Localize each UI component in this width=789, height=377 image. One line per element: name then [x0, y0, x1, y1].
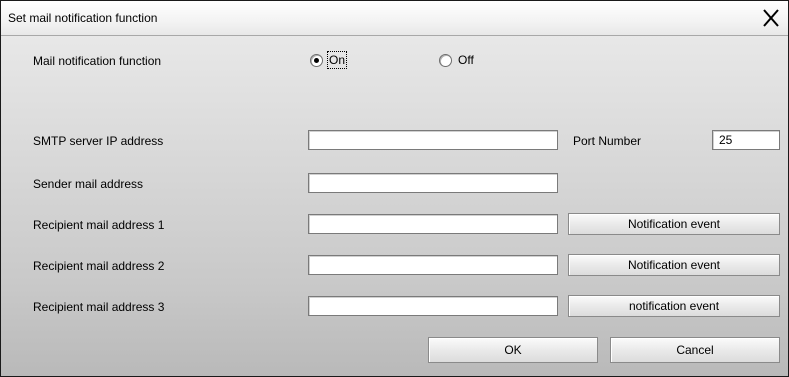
sender-mail-input[interactable] — [308, 173, 558, 193]
recipient-3-input[interactable] — [308, 296, 558, 316]
radio-off[interactable]: Off — [439, 53, 474, 67]
smtp-server-label: SMTP server IP address — [33, 134, 164, 148]
sender-mail-label: Sender mail address — [33, 177, 144, 191]
recipient-2-input[interactable] — [308, 255, 558, 275]
radio-off-label[interactable]: Off — [458, 53, 474, 67]
mail-notification-label: Mail notification function — [33, 54, 162, 68]
port-number-input[interactable] — [712, 130, 780, 150]
recipient-1-input[interactable] — [308, 214, 558, 234]
radio-on[interactable]: On — [310, 51, 348, 69]
mail-notification-dialog: Set mail notification function Mail noti… — [0, 0, 789, 377]
cancel-button[interactable]: Cancel — [610, 337, 780, 363]
title-bar: Set mail notification function — [1, 1, 788, 36]
recipient-1-notification-event-button[interactable]: Notification event — [568, 213, 780, 235]
recipient-2-label: Recipient mail address 2 — [33, 259, 165, 273]
radio-on-label[interactable]: On — [326, 51, 348, 69]
close-icon[interactable] — [760, 7, 782, 29]
recipient-3-label: Recipient mail address 3 — [33, 300, 165, 314]
ok-button[interactable]: OK — [428, 337, 598, 363]
recipient-2-notification-event-button[interactable]: Notification event — [568, 254, 780, 276]
port-number-label: Port Number — [573, 134, 642, 148]
radio-on-indicator[interactable] — [310, 53, 323, 67]
radio-off-indicator[interactable] — [439, 53, 452, 67]
recipient-1-label: Recipient mail address 1 — [33, 218, 165, 232]
smtp-server-input[interactable] — [308, 130, 558, 150]
recipient-3-notification-event-button[interactable]: notification event — [568, 295, 780, 317]
window-title: Set mail notification function — [8, 11, 158, 25]
